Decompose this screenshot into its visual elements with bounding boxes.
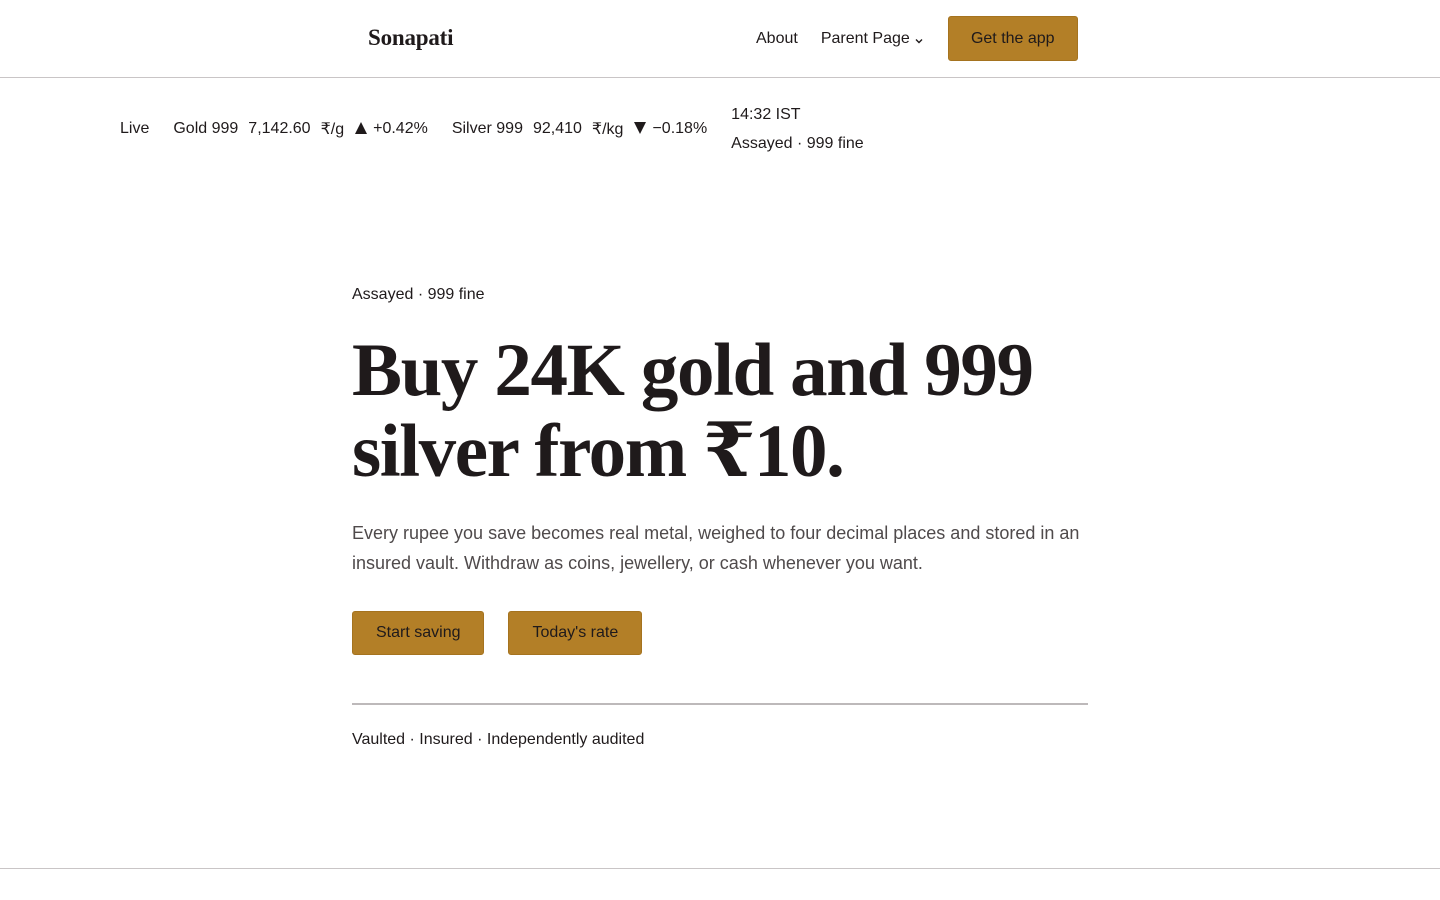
hero-section: Assayed · 999 fine Buy 24K gold and 999 … <box>352 280 1088 749</box>
silver-price: 92,410 <box>532 120 582 137</box>
live-indicator: Live <box>120 120 150 137</box>
gold-unit: ₹/g <box>320 121 345 138</box>
start-saving-button[interactable]: Start saving <box>352 611 485 655</box>
gold-change: +0.42% <box>373 120 428 137</box>
hero-divider <box>352 703 1088 705</box>
price-ticker: Live Gold 999 7,142.60 ₹/g +0.42% Silver… <box>120 100 864 158</box>
main-nav: About Parent Page Get the app <box>756 16 1078 61</box>
triangle-down-icon <box>634 122 647 134</box>
silver-change: −0.18% <box>652 120 708 137</box>
chevron-down-icon <box>915 38 923 43</box>
nav-link-parent-page-label: Parent Page <box>820 29 910 47</box>
nav-link-about[interactable]: About <box>756 30 798 48</box>
triangle-up-icon <box>355 122 368 134</box>
silver-unit: ₹/kg <box>591 121 624 138</box>
hero-subtitle: Every rupee you save becomes real metal,… <box>352 523 1080 573</box>
ticker-time: 14:32 IST <box>731 106 801 123</box>
brand-logo[interactable]: Sonapati <box>368 25 454 51</box>
trust-line: Vaulted · Insured · Independently audite… <box>352 731 645 748</box>
ticker-purity: Assayed · 999 fine <box>731 135 864 152</box>
hero-eyebrow: Assayed · 999 fine <box>352 286 485 303</box>
hero-title: Buy 24K gold and 999 silver from ₹10. <box>352 329 1034 493</box>
footer-divider <box>0 868 1440 869</box>
nav-link-parent-page[interactable]: Parent Page <box>821 30 924 48</box>
get-the-app-button[interactable]: Get the app <box>947 16 1078 61</box>
site-header: Sonapati About Parent Page Get the app <box>0 0 1440 78</box>
ticker-meta: 14:32 IST Assayed · 999 fine <box>731 100 864 158</box>
gold-name: Gold 999 <box>173 120 239 137</box>
gold-price: 7,142.60 <box>248 120 311 137</box>
nav-link-about-label: About <box>756 29 798 47</box>
todays-rate-button[interactable]: Today's rate <box>508 611 643 655</box>
hero-actions: Start saving Today's rate <box>352 611 1088 655</box>
silver-name: Silver 999 <box>451 120 523 137</box>
